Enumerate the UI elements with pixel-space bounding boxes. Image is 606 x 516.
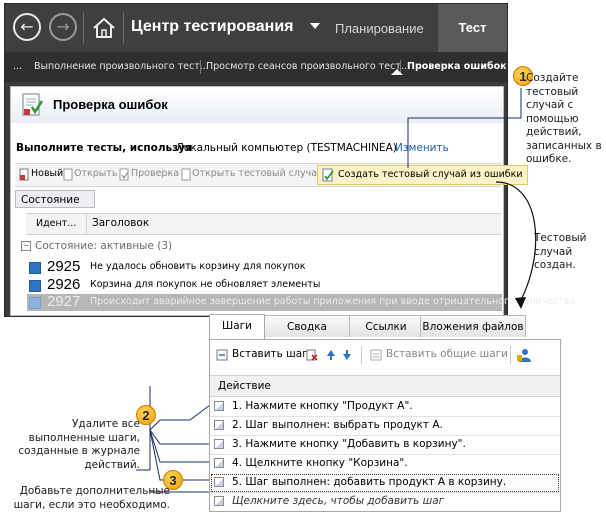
run-tests-label: Выполните тесты, используя bbox=[16, 142, 192, 154]
new-bug-icon bbox=[19, 168, 29, 181]
row-title: Происходит аварийное завершение работы п… bbox=[90, 296, 576, 307]
steps-panel: Вставить шаг Вставить общие шаги Действи… bbox=[209, 339, 561, 512]
bug-document-icon bbox=[22, 93, 44, 116]
open-test-case-icon bbox=[181, 168, 191, 181]
step-icon bbox=[214, 496, 224, 506]
steps-header: Действие bbox=[210, 375, 560, 397]
column-header-action[interactable]: Действие bbox=[218, 380, 271, 392]
open-test-case-button[interactable]: Открыть тестовый случай bbox=[192, 168, 323, 179]
step-icon bbox=[214, 401, 224, 411]
step-icon bbox=[214, 458, 224, 468]
tab-summary[interactable]: Сводка bbox=[262, 315, 352, 337]
callout-text: Удалите все выполненные шаги, созданные … bbox=[18, 418, 140, 471]
group-by-state-button[interactable]: Состояние bbox=[15, 190, 95, 208]
row-title: Корзина для покупок не обновляет элемент… bbox=[90, 279, 321, 290]
create-test-case-button[interactable]: Создать тестовый случай из ошибки bbox=[317, 165, 528, 185]
breadcrumb: ... Выполнение произвольного тест... Про… bbox=[5, 52, 507, 82]
add-step-hint: Щелкните здесь, чтобы добавить шаг bbox=[232, 495, 445, 507]
collapse-icon[interactable]: − bbox=[21, 241, 31, 251]
verify-bugs-pane: Проверка ошибок Выполните тесты, использ… bbox=[10, 86, 575, 316]
add-step-row[interactable]: Щелкните здесь, чтобы добавить шаг bbox=[210, 492, 560, 511]
step-text: 4. Щелкните кнопку "Корзина". bbox=[232, 457, 408, 469]
tab-attachments[interactable]: Вложения файлов bbox=[420, 315, 526, 337]
callout-text: Добавьте дополнительные шаги, если это н… bbox=[13, 485, 170, 511]
step-icon bbox=[214, 420, 224, 430]
open-icon bbox=[63, 168, 73, 181]
move-down-icon[interactable] bbox=[342, 349, 352, 361]
column-header-title[interactable]: Заголовок bbox=[92, 217, 149, 229]
separator bbox=[83, 12, 84, 44]
bugs-toolbar: Новый Открыть Проверка Открыть тестовый … bbox=[15, 163, 528, 187]
tab-planning[interactable]: Планирование bbox=[335, 21, 424, 36]
step-text: 1. Нажмите кнопку "Продукт А". bbox=[232, 400, 413, 412]
forward-arrow-icon[interactable]: → bbox=[49, 13, 77, 41]
step-text: 5. Шаг выполнен: добавить продукт А в ко… bbox=[232, 476, 507, 488]
grid-header: Идент... Заголовок bbox=[26, 213, 501, 235]
insert-shared-steps-icon bbox=[370, 349, 382, 361]
row-id: 2926 bbox=[47, 276, 81, 293]
home-icon[interactable] bbox=[91, 15, 117, 41]
separator bbox=[361, 346, 362, 364]
insert-shared-steps-button[interactable]: Вставить общие шаги bbox=[386, 348, 508, 360]
chevron-down-icon[interactable] bbox=[310, 23, 320, 29]
move-up-icon[interactable] bbox=[326, 349, 336, 361]
column-separator[interactable] bbox=[86, 214, 87, 234]
step-row[interactable]: 1. Нажмите кнопку "Продукт А". bbox=[210, 397, 560, 417]
new-button[interactable]: Новый bbox=[31, 168, 63, 179]
create-test-case-label: Создать тестовый случай из ошибки bbox=[338, 169, 523, 180]
tab-steps[interactable]: Шаги bbox=[209, 314, 265, 340]
step-row[interactable]: 4. Щелкните кнопку "Корзина". bbox=[210, 454, 560, 474]
open-button[interactable]: Открыть bbox=[74, 168, 117, 179]
step-text: 2. Шаг выполнен: выбрать продукт А. bbox=[232, 419, 443, 431]
breadcrumb-more[interactable]: ... bbox=[13, 61, 22, 72]
column-header-id[interactable]: Идент... bbox=[36, 218, 76, 229]
step-row[interactable]: 2. Шаг выполнен: выбрать продукт А. bbox=[210, 416, 560, 436]
group-row-label: Состояние: активные (3) bbox=[35, 240, 173, 252]
tab-test[interactable]: Тест bbox=[438, 4, 507, 52]
create-test-case-icon bbox=[322, 168, 334, 182]
separator bbox=[123, 12, 124, 44]
delete-step-icon[interactable] bbox=[306, 349, 318, 361]
breadcrumb-item[interactable]: Выполнение произвольного тест... bbox=[34, 61, 209, 72]
row-title: Не удалось обновить корзину для покупок bbox=[90, 261, 306, 272]
step-row[interactable]: 3. Нажмите кнопку "Добавить в корзину". bbox=[210, 435, 560, 455]
step-row-selected[interactable]: 5. Шаг выполнен: добавить продукт А в ко… bbox=[210, 473, 560, 493]
user-parameters-icon[interactable] bbox=[516, 347, 532, 363]
test-center-window: ← → Центр тестирования Планирование Тест… bbox=[4, 3, 575, 317]
steps-toolbar: Вставить шаг Вставить общие шаги bbox=[210, 340, 560, 370]
top-navigation-bar: ← → Центр тестирования Планирование Тест bbox=[5, 4, 507, 52]
test-machine-value: Локальный компьютер (TESTMACHINEA) bbox=[176, 142, 397, 154]
insert-step-icon bbox=[216, 349, 228, 361]
app-title[interactable]: Центр тестирования bbox=[131, 18, 294, 36]
step-text: 3. Нажмите кнопку "Добавить в корзину". bbox=[232, 438, 466, 450]
group-row[interactable]: − Состояние: активные (3) bbox=[21, 240, 172, 252]
step-icon bbox=[214, 439, 224, 449]
change-link[interactable]: Изменить bbox=[395, 142, 449, 154]
row-id: 2927 bbox=[47, 293, 81, 310]
tab-links[interactable]: Ссылки bbox=[349, 315, 423, 337]
table-row[interactable]: 2926 Корзина для покупок не обновляет эл… bbox=[27, 276, 502, 294]
verify-icon bbox=[119, 168, 129, 181]
breadcrumb-item-active[interactable]: Проверка ошибок bbox=[407, 61, 507, 72]
callout-text: Тестовый случай создан. bbox=[534, 232, 587, 271]
table-row[interactable]: 2925 Не удалось обновить корзину для пок… bbox=[27, 258, 502, 276]
table-row-selected[interactable]: 2927 Происходит аварийное завершение раб… bbox=[27, 293, 575, 311]
step-icon bbox=[214, 477, 224, 487]
callout-text: Создайте тестовый случай с помощью дейст… bbox=[526, 72, 602, 165]
page-title: Проверка ошибок bbox=[53, 97, 168, 112]
insert-step-button[interactable]: Вставить шаг bbox=[232, 348, 308, 360]
bug-icon bbox=[29, 280, 41, 292]
breadcrumb-item[interactable]: Просмотр сеансов произвольного тест... bbox=[206, 61, 410, 72]
separator bbox=[200, 60, 201, 74]
separator bbox=[510, 346, 511, 364]
back-arrow-icon[interactable]: ← bbox=[13, 13, 41, 41]
pane-header: Проверка ошибок bbox=[11, 87, 503, 123]
bug-icon bbox=[29, 297, 41, 309]
row-id: 2925 bbox=[47, 258, 81, 275]
bug-icon bbox=[29, 262, 41, 274]
breadcrumb-pointer bbox=[391, 69, 403, 75]
verify-button[interactable]: Проверка bbox=[131, 168, 179, 179]
test-case-tabs: Сводка Ссылки Вложения файлов Шаги bbox=[209, 314, 527, 340]
